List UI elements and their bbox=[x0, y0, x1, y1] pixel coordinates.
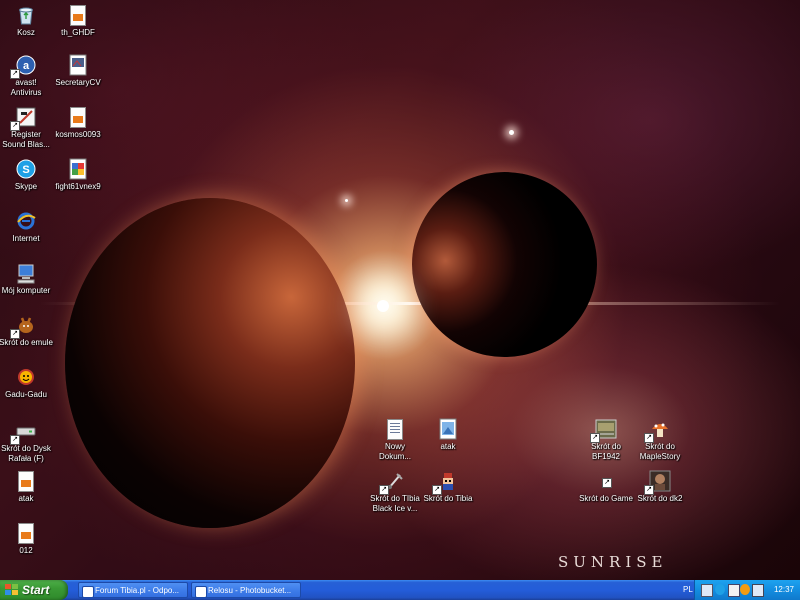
shortcut-icon: ↗ bbox=[595, 470, 617, 492]
volume-icon[interactable] bbox=[752, 584, 764, 597]
image-file-icon bbox=[15, 522, 37, 544]
desktop-icon-dysk-rafala[interactable]: ↗ Skrót do Dysk Rafała (F) bbox=[0, 420, 64, 464]
desktop-icon-fight61vnex9[interactable]: fight61vnex9 bbox=[40, 158, 116, 192]
drive-icon: ↗ bbox=[10, 420, 37, 445]
task-label: Forum Tibia.pl - Odpo... bbox=[95, 586, 180, 595]
desktop-icon-atak-center[interactable]: atak bbox=[410, 418, 486, 452]
avast-tray-icon[interactable] bbox=[740, 584, 750, 595]
tibia-icon: ↗ bbox=[432, 470, 459, 495]
internet-explorer-icon bbox=[15, 210, 37, 232]
desktop-icon-label: kosmos0093 bbox=[55, 130, 101, 139]
desktop-icon-kosmos0093[interactable]: kosmos0093 bbox=[40, 106, 116, 140]
desktop-icon-label: fight61vnex9 bbox=[55, 182, 101, 191]
desktop-icon-internet[interactable]: Internet bbox=[0, 210, 64, 244]
desktop-icon-th-ghdf[interactable]: th_GHDF bbox=[40, 4, 116, 38]
image-file-icon bbox=[67, 54, 89, 76]
svg-text:a: a bbox=[23, 60, 30, 72]
start-button[interactable]: Start bbox=[0, 580, 68, 600]
wallpaper-star bbox=[509, 130, 514, 135]
start-label: Start bbox=[22, 583, 50, 597]
taskbar: Start Forum Tibia.pl - Odpo... Relosu - … bbox=[0, 580, 800, 600]
desktop-icon-label: Skrót do emule bbox=[0, 338, 53, 347]
desktop-icon-label: th_GHDF bbox=[61, 28, 95, 37]
maplestory-icon: ↗ bbox=[644, 418, 671, 443]
desktop-icon-emule[interactable]: ↗ Skrót do emule bbox=[0, 314, 64, 348]
sound-blaster-icon: ↗ bbox=[10, 106, 37, 131]
wallpaper-star bbox=[377, 300, 389, 312]
wallpaper-planet-small bbox=[412, 172, 597, 357]
my-computer-icon bbox=[15, 262, 37, 284]
desktop-icon-label: 012 bbox=[19, 546, 33, 555]
wallpaper-brand-text: SUNRISE bbox=[558, 553, 668, 571]
desktop-icon-label: Skrót do Tibia bbox=[423, 494, 473, 503]
wallpaper-planet-large bbox=[65, 198, 355, 528]
image-file-icon bbox=[15, 470, 37, 492]
desktop-icon-label: Internet bbox=[12, 234, 40, 243]
desktop-icon-012[interactable]: 012 bbox=[0, 522, 64, 556]
gadu-gadu-icon bbox=[15, 366, 37, 388]
desktop-icon-label: atak bbox=[440, 442, 456, 451]
desktop-icon-label: Mój komputer bbox=[1, 286, 51, 295]
avast-icon: a ↗ bbox=[10, 54, 37, 79]
browser-window-icon bbox=[82, 586, 94, 597]
desktop-icon-tibia[interactable]: ↗ Skrót do Tibia bbox=[410, 470, 486, 504]
skype-tray-icon[interactable] bbox=[715, 584, 725, 595]
desktop-icon-moj-komputer[interactable]: Mój komputer bbox=[0, 262, 64, 296]
skype-icon: S bbox=[15, 158, 37, 180]
emule-icon: ↗ bbox=[10, 314, 37, 339]
clock[interactable]: 12:37 bbox=[774, 580, 794, 600]
game-icon: ↗ bbox=[644, 470, 671, 495]
desktop-icon-gadu-gadu[interactable]: Gadu-Gadu bbox=[0, 366, 64, 400]
desktop-icon-label: Skrót do MapleStory bbox=[639, 442, 681, 461]
wallpaper-star bbox=[345, 199, 348, 202]
system-tray: PL 12:37 bbox=[683, 580, 800, 600]
image-file-icon bbox=[67, 4, 89, 26]
image-file-icon bbox=[437, 418, 459, 440]
recycle-bin-icon bbox=[15, 4, 37, 26]
game-icon: ↗ bbox=[590, 418, 617, 443]
desktop-icon-dk2[interactable]: ↗ Skrót do dk2 bbox=[622, 470, 698, 504]
tibia-icon: ↗ bbox=[379, 470, 406, 495]
desktop-icon-label: SecretaryCV bbox=[55, 78, 101, 87]
desktop-icon-atak-left[interactable]: atak bbox=[0, 470, 64, 504]
desktop-icon-label: Skrót do dk2 bbox=[637, 494, 683, 503]
browser-window-icon bbox=[195, 586, 207, 597]
svg-text:S: S bbox=[22, 164, 29, 176]
language-indicator[interactable]: PL bbox=[683, 580, 693, 600]
desktop-icon-maplestory[interactable]: ↗ Skrót do MapleStory bbox=[622, 418, 698, 462]
task-label: Relosu - Photobucket... bbox=[208, 586, 292, 595]
windows-logo-icon bbox=[5, 584, 18, 596]
desktop-icon-label: Gadu-Gadu bbox=[5, 390, 47, 399]
desktop-icon-label: Skrót do Dysk Rafała (F) bbox=[1, 444, 51, 463]
text-document-icon bbox=[384, 418, 406, 440]
desktop-icon-label: atak bbox=[18, 494, 34, 503]
taskbar-button-forum-tibia[interactable]: Forum Tibia.pl - Odpo... bbox=[78, 582, 188, 598]
image-file-icon bbox=[67, 158, 89, 180]
desktop-icon-secretarycv[interactable]: SecretaryCV bbox=[40, 54, 116, 88]
image-file-icon bbox=[67, 106, 89, 128]
keyboard-icon[interactable] bbox=[701, 584, 713, 597]
network-icon[interactable] bbox=[728, 584, 740, 597]
taskbar-button-photobucket[interactable]: Relosu - Photobucket... bbox=[191, 582, 301, 598]
